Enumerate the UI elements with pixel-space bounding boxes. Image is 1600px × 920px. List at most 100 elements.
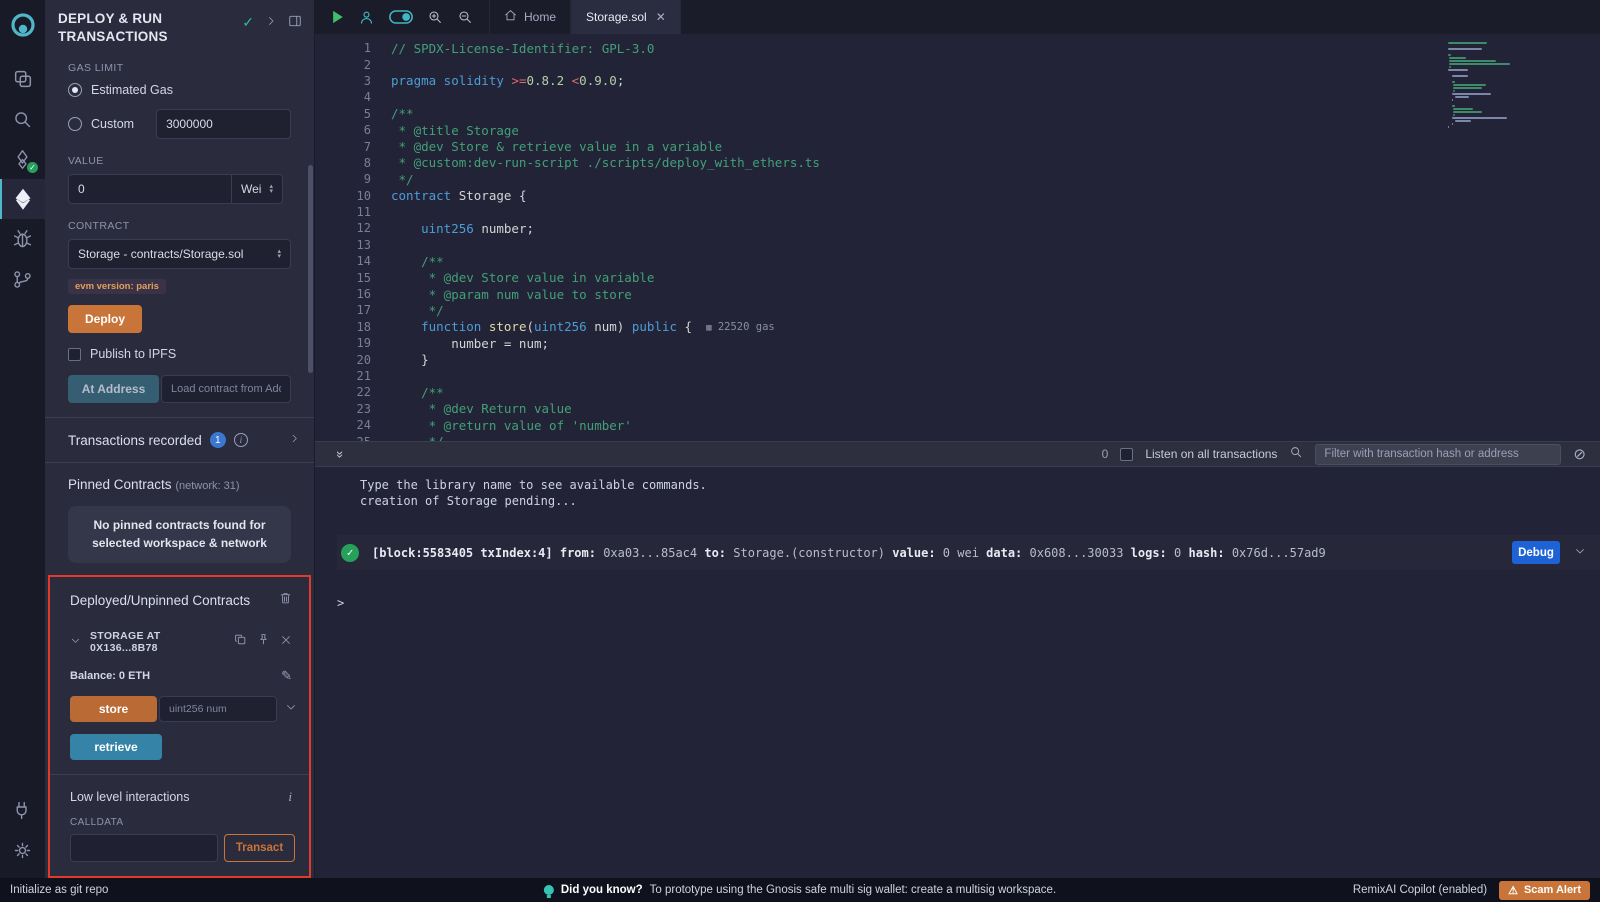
- code-lines: 1// SPDX-License-Identifier: GPL-3.023pr…: [315, 40, 1600, 441]
- contract-instance-label: STORAGE AT 0X136...8B78: [90, 630, 225, 654]
- did-you-know-tip: Did you know? To prototype using the Gno…: [544, 884, 1056, 896]
- close-tab-icon[interactable]: ✕: [656, 10, 666, 24]
- deploy-button[interactable]: Deploy: [68, 305, 142, 333]
- deploy-run-panel: DEPLOY & RUN TRANSACTIONS ✓ GAS LIMIT Es…: [45, 0, 315, 878]
- settings-gear-icon[interactable]: [0, 830, 45, 870]
- transaction-log-row[interactable]: ✓ [block:5583405 txIndex:4] from: 0xa03.…: [337, 535, 1600, 570]
- terminal-line: creation of Storage pending...: [360, 493, 1600, 509]
- contract-select[interactable]: Storage - contracts/Storage.sol ▴▾: [68, 239, 291, 269]
- info-icon[interactable]: i: [288, 789, 292, 805]
- zoom-out-icon[interactable]: [457, 9, 473, 25]
- terminal[interactable]: Type the library name to see available c…: [315, 467, 1600, 878]
- trash-icon[interactable]: [279, 591, 292, 610]
- copy-icon[interactable]: [234, 633, 247, 651]
- updown-arrows-icon: ▴▾: [269, 184, 273, 194]
- run-script-icon[interactable]: [331, 10, 344, 24]
- contract-selected-value: Storage - contracts/Storage.sol: [78, 247, 243, 261]
- transact-button[interactable]: Transact: [224, 834, 295, 862]
- scam-alert-badge[interactable]: ⚠Scam Alert: [1499, 881, 1590, 900]
- tab-home[interactable]: Home: [489, 0, 571, 34]
- git-init-button[interactable]: Initialize as git repo: [10, 884, 108, 896]
- main-column: Home Storage.sol ✕ 1// SPDX-License-Iden…: [315, 0, 1600, 878]
- store-arg-input[interactable]: [159, 696, 277, 722]
- value-unit-label: Wei: [241, 182, 261, 196]
- chevron-down-icon[interactable]: [70, 633, 81, 651]
- file-explorer-icon[interactable]: [0, 59, 45, 99]
- tab-storage-sol[interactable]: Storage.sol ✕: [571, 0, 681, 34]
- calldata-input[interactable]: [70, 834, 218, 862]
- recorder-icon[interactable]: [358, 9, 375, 26]
- remix-app: ✓ DEPLOY & RUN TRANSACTIONS ✓: [0, 0, 1600, 878]
- lightbulb-icon: [544, 885, 554, 895]
- contract-label: CONTRACT: [45, 220, 314, 232]
- chevron-down-icon[interactable]: [285, 700, 297, 718]
- icon-sidebar: ✓: [0, 0, 45, 878]
- pin-panel-icon[interactable]: [288, 14, 302, 33]
- panel-check-icon: ✓: [242, 14, 254, 31]
- tx-success-icon: ✓: [341, 544, 359, 562]
- custom-gas-input[interactable]: [156, 109, 291, 139]
- pin-icon[interactable]: [257, 633, 270, 651]
- at-address-input[interactable]: [161, 375, 291, 403]
- chevron-right-icon[interactable]: [289, 431, 300, 449]
- zoom-in-icon[interactable]: [427, 9, 443, 25]
- chevron-right-icon[interactable]: [265, 14, 277, 32]
- listen-transactions-label: Listen on all transactions: [1145, 447, 1277, 461]
- listen-transactions-checkbox[interactable]: [1120, 448, 1133, 461]
- plugin-manager-icon[interactable]: [0, 790, 45, 830]
- compiler-success-badge: ✓: [27, 162, 38, 173]
- toggle-icon[interactable]: [389, 10, 413, 24]
- custom-gas-radio[interactable]: [68, 117, 82, 131]
- estimated-gas-label: Estimated Gas: [91, 83, 173, 97]
- pinned-contracts-title: Pinned Contracts (network: 31): [45, 463, 314, 492]
- publish-ipfs-checkbox[interactable]: [68, 348, 81, 361]
- terminal-prompt[interactable]: >: [337, 596, 1600, 610]
- git-icon[interactable]: [0, 259, 45, 299]
- store-function-button[interactable]: store: [70, 696, 157, 722]
- custom-gas-label: Custom: [91, 117, 134, 131]
- clear-console-icon[interactable]: ⊘: [1573, 445, 1586, 463]
- updown-arrows-icon: ▴▾: [277, 249, 281, 259]
- value-unit-select[interactable]: Wei ▴▾: [232, 174, 283, 204]
- retrieve-function-button[interactable]: retrieve: [70, 734, 162, 760]
- at-address-button[interactable]: At Address: [68, 375, 159, 403]
- deployed-contracts-section: Deployed/Unpinned Contracts STORAGE AT 0…: [48, 575, 311, 878]
- minimap[interactable]: [1448, 42, 1528, 129]
- terminal-count: 0: [1102, 447, 1109, 461]
- transactions-count-badge: 1: [210, 432, 226, 448]
- remix-logo-icon[interactable]: [9, 12, 37, 45]
- solidity-compiler-icon[interactable]: ✓: [0, 139, 45, 179]
- pinned-network-label: (network: 31): [175, 480, 239, 492]
- search-icon[interactable]: [0, 99, 45, 139]
- debugger-icon[interactable]: [0, 219, 45, 259]
- terminal-toolbar: » 0 Listen on all transactions ⊘: [315, 441, 1600, 467]
- expand-terminal-icon[interactable]: »: [333, 450, 348, 457]
- evm-version-badge: evm version: paris: [68, 279, 166, 294]
- close-icon[interactable]: [280, 633, 292, 651]
- pinned-empty-message: No pinned contracts found for selected w…: [68, 506, 291, 563]
- panel-title: DEPLOY & RUN TRANSACTIONS: [58, 10, 208, 46]
- home-icon: [504, 9, 517, 25]
- info-icon[interactable]: i: [234, 433, 248, 447]
- calldata-label: CALLDATA: [50, 805, 309, 828]
- deployed-contracts-title: Deployed/Unpinned Contracts: [70, 593, 250, 608]
- copilot-status[interactable]: RemixAI Copilot (enabled): [1353, 884, 1487, 896]
- status-bar: Initialize as git repo Did you know? To …: [0, 878, 1600, 902]
- chevron-down-icon[interactable]: [1574, 545, 1586, 560]
- window-edge: [0, 902, 1600, 920]
- value-label: VALUE: [45, 155, 314, 167]
- panel-scrollbar[interactable]: [308, 165, 313, 373]
- terminal-line: Type the library name to see available c…: [360, 477, 1600, 493]
- tip-text: To prototype using the Gnosis safe multi…: [650, 884, 1057, 896]
- deploy-run-icon[interactable]: [0, 179, 45, 219]
- publish-ipfs-label: Publish to IPFS: [90, 347, 176, 361]
- estimated-gas-radio[interactable]: [68, 83, 82, 97]
- debug-button[interactable]: Debug: [1512, 541, 1560, 564]
- balance-label: Balance: 0 ETH: [70, 670, 150, 682]
- filter-transactions-input[interactable]: [1315, 444, 1561, 465]
- tx-summary: [block:5583405 txIndex:4] from: 0xa03...…: [372, 546, 1326, 560]
- code-editor[interactable]: 1// SPDX-License-Identifier: GPL-3.023pr…: [315, 34, 1600, 441]
- edit-icon[interactable]: ✎: [281, 668, 292, 684]
- value-input[interactable]: [68, 174, 232, 204]
- warning-icon: ⚠: [1508, 884, 1518, 897]
